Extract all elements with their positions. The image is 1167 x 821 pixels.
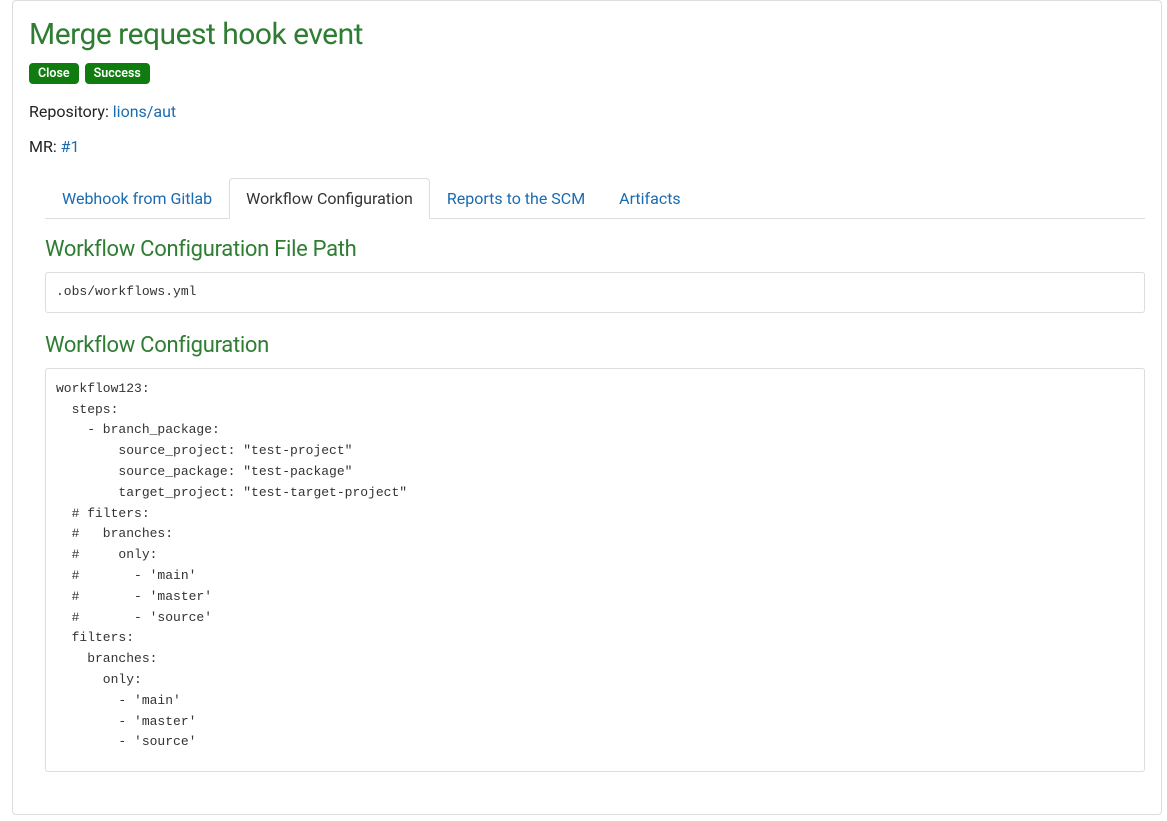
tab-webhook[interactable]: Webhook from Gitlab	[45, 178, 229, 219]
repository-label: Repository:	[29, 102, 113, 121]
tab-workflow-config[interactable]: Workflow Configuration	[229, 178, 430, 219]
main-panel: Merge request hook event Close Success R…	[12, 0, 1162, 815]
badges-row: Close Success	[29, 62, 1145, 84]
mr-link[interactable]: #1	[61, 137, 80, 156]
tab-artifacts[interactable]: Artifacts	[602, 178, 698, 219]
tab-content: Workflow Configuration File Path .obs/wo…	[45, 219, 1145, 772]
repository-link[interactable]: lions/aut	[113, 102, 176, 121]
section-config-title: Workflow Configuration	[45, 333, 1145, 358]
mr-label: MR:	[29, 137, 61, 156]
config-code: workflow123: steps: - branch_package: so…	[45, 368, 1145, 772]
repository-line: Repository: lions/aut	[29, 102, 1145, 121]
tabs: Webhook from Gitlab Workflow Configurati…	[45, 178, 1145, 219]
tab-reports[interactable]: Reports to the SCM	[430, 178, 602, 219]
section-file-path-title: Workflow Configuration File Path	[45, 237, 1145, 262]
badge-success: Success	[85, 63, 150, 84]
mr-line: MR: #1	[29, 137, 1145, 156]
file-path-code: .obs/workflows.yml	[45, 272, 1145, 313]
page-title: Merge request hook event	[29, 17, 1145, 52]
badge-close: Close	[29, 63, 79, 84]
